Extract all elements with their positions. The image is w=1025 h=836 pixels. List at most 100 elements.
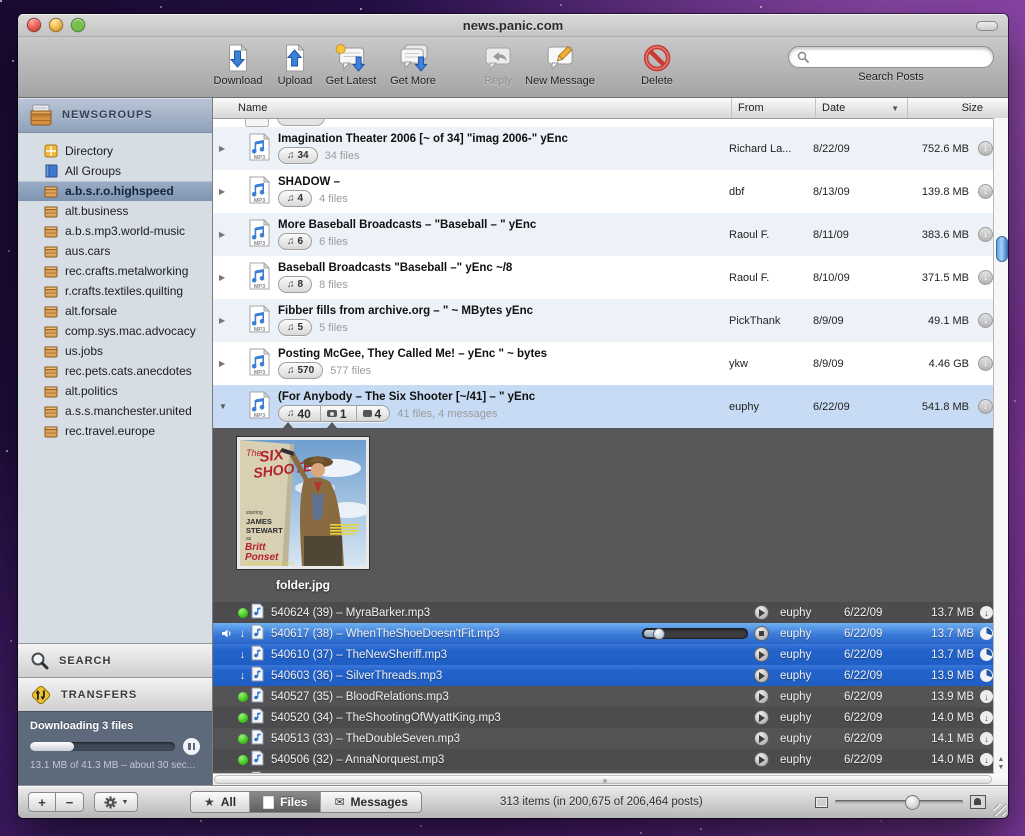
get-latest-button[interactable]: Get Latest bbox=[326, 42, 377, 87]
horizontal-scrollbar-thumb[interactable] bbox=[214, 775, 992, 784]
message-count-segment[interactable]: 4 bbox=[356, 406, 382, 421]
large-image-icon[interactable] bbox=[970, 795, 986, 809]
disclosure-triangle-icon[interactable]: ▶ bbox=[219, 144, 232, 153]
post-group-row[interactable]: ▶ MP3 Posting McGee, They Called Me! – y… bbox=[213, 342, 1008, 385]
download-circle-icon[interactable]: ↓ bbox=[978, 184, 993, 199]
download-arrow-icon[interactable]: ↓ bbox=[980, 753, 993, 766]
download-button[interactable]: Download bbox=[214, 42, 263, 87]
disclosure-triangle-icon[interactable]: ▶ bbox=[219, 359, 232, 368]
music-count-badge[interactable]: ♫570 bbox=[278, 362, 323, 379]
download-circle-icon[interactable]: ↓ bbox=[978, 141, 993, 156]
play-button[interactable] bbox=[754, 731, 769, 746]
pause-button[interactable] bbox=[183, 738, 200, 755]
window-resize-grip[interactable] bbox=[994, 804, 1006, 816]
scroll-down-arrow-icon[interactable]: ▼ bbox=[994, 764, 1008, 772]
file-row[interactable]: 540506 (32) – AnnaNorquest.mp3 euphy 6/2… bbox=[213, 749, 1008, 770]
action-gear-button[interactable]: ▼ bbox=[94, 792, 138, 812]
download-circle-icon[interactable]: ↓ bbox=[978, 313, 993, 328]
disclosure-triangle-icon[interactable]: ▼ bbox=[219, 402, 232, 411]
search-input[interactable] bbox=[809, 50, 985, 64]
music-count-badge[interactable]: ♫4 bbox=[278, 190, 312, 207]
vertical-scrollbar-thumb[interactable] bbox=[996, 236, 1008, 262]
download-circle-icon[interactable]: ↓ bbox=[978, 356, 993, 371]
download-arrow-icon[interactable]: ↓ bbox=[980, 732, 993, 745]
post-group-row[interactable]: ▶ MP3 SHADOW – ♫4 4 files dbf 8/13/09 13… bbox=[213, 170, 1008, 213]
reply-button[interactable]: Reply bbox=[482, 42, 514, 87]
file-row[interactable]: 540520 (34) – TheShootingOfWyattKing.mp3… bbox=[213, 707, 1008, 728]
get-more-button[interactable]: Get More bbox=[390, 42, 436, 87]
file-row-queued-selected[interactable]: ↓ 540610 (37) – TheNewSheriff.mp3 euphy … bbox=[213, 644, 1008, 665]
column-header-from[interactable]: From bbox=[731, 98, 815, 118]
title-bar[interactable]: news.panic.com bbox=[18, 14, 1008, 37]
sidebar-item-directory[interactable]: Directory bbox=[18, 141, 212, 161]
download-arrow-icon[interactable]: ↓ bbox=[980, 711, 993, 724]
download-arrow-icon[interactable]: ↓ bbox=[980, 606, 993, 619]
file-row[interactable]: 540513 (33) – TheDoubleSeven.mp3 euphy 6… bbox=[213, 728, 1008, 749]
play-button[interactable] bbox=[754, 689, 769, 704]
sidebar-item-quilting[interactable]: r.crafts.textiles.quilting bbox=[18, 281, 212, 301]
sidebar-item-alt-business[interactable]: alt.business bbox=[18, 201, 212, 221]
disclosure-triangle-icon[interactable]: ▶ bbox=[219, 187, 232, 196]
attachment-thumbnail[interactable]: The SIX SHOOTER starrin bbox=[237, 437, 369, 592]
filter-files-segment[interactable]: Files bbox=[249, 792, 320, 812]
download-arrow-icon[interactable]: ↓ bbox=[980, 690, 993, 703]
file-row[interactable]: 540624 (39) – MyraBarker.mp3 euphy 6/22/… bbox=[213, 602, 1008, 623]
music-count-badge[interactable]: ♫8 bbox=[278, 276, 312, 293]
post-group-row[interactable]: ▶ MP3 More Baseball Broadcasts – "Baseba… bbox=[213, 213, 1008, 256]
play-button[interactable] bbox=[754, 647, 769, 662]
horizontal-scrollbar[interactable] bbox=[213, 773, 1008, 785]
vertical-scrollbar[interactable]: ▲▼ bbox=[993, 118, 1008, 774]
stop-button[interactable] bbox=[754, 626, 769, 641]
sidebar-item-aus-cars[interactable]: aus.cars bbox=[18, 241, 212, 261]
post-group-row[interactable]: ▶ MP3 Imagination Theater 2006 [~ of 34]… bbox=[213, 127, 1008, 170]
column-header-date[interactable]: Date▼ bbox=[815, 98, 907, 118]
download-circle-icon[interactable]: ↓ bbox=[978, 227, 993, 242]
music-count-segment[interactable]: ♫40 bbox=[287, 406, 317, 421]
download-circle-icon[interactable]: ↓ bbox=[978, 270, 993, 285]
sidebar-item-manchester-united[interactable]: a.s.s.manchester.united bbox=[18, 401, 212, 421]
search-field[interactable] bbox=[788, 46, 994, 68]
media-count-badge[interactable]: ♫40 1 4 bbox=[278, 405, 390, 422]
size-slider-knob[interactable] bbox=[905, 795, 920, 810]
music-count-badge[interactable]: ♫34 bbox=[278, 147, 318, 164]
toolbar-toggle-button[interactable] bbox=[976, 21, 998, 31]
column-header-size[interactable]: Size bbox=[907, 98, 993, 118]
sidebar-item-mac-advocacy[interactable]: comp.sys.mac.advocacy bbox=[18, 321, 212, 341]
sidebar-item-alt-politics[interactable]: alt.politics bbox=[18, 381, 212, 401]
sidebar-item-us-jobs[interactable]: us.jobs bbox=[18, 341, 212, 361]
add-group-button[interactable]: + bbox=[28, 792, 56, 812]
music-count-badge[interactable]: ♫6 bbox=[278, 233, 312, 250]
search-section-header[interactable]: SEARCH bbox=[18, 643, 212, 677]
sidebar-item-cats-anecdotes[interactable]: rec.pets.cats.anecdotes bbox=[18, 361, 212, 381]
sidebar-item-absro-highspeed[interactable]: a.b.s.r.o.highspeed bbox=[18, 181, 212, 201]
post-group-row[interactable]: ▶ MP3 Baseball Broadcasts "Baseball –" y… bbox=[213, 256, 1008, 299]
delete-button[interactable]: Delete bbox=[641, 42, 673, 87]
disclosure-triangle-icon[interactable]: ▶ bbox=[219, 230, 232, 239]
post-group-row[interactable]: ▶ MP3 Fibber fills from archive.org – " … bbox=[213, 299, 1008, 342]
music-count-badge[interactable]: ♫5 bbox=[278, 319, 312, 336]
play-button[interactable] bbox=[754, 752, 769, 767]
newsgroups-header[interactable]: NEWSGROUPS bbox=[18, 98, 212, 133]
sidebar-item-alt-forsale[interactable]: alt.forsale bbox=[18, 301, 212, 321]
play-button[interactable] bbox=[754, 710, 769, 725]
file-row[interactable]: 540527 (35) – BloodRelations.mp3 euphy 6… bbox=[213, 686, 1008, 707]
scroll-up-arrow-icon[interactable]: ▲ bbox=[994, 756, 1008, 764]
playback-scrubber[interactable] bbox=[642, 628, 748, 639]
new-message-button[interactable]: New Message bbox=[525, 42, 595, 87]
photo-count-segment[interactable]: 1 bbox=[320, 406, 353, 421]
file-row-playing-selected[interactable]: ↓ 540617 (38) – WhenTheShoeDoesn'tFit.mp… bbox=[213, 623, 1008, 644]
play-button[interactable] bbox=[754, 605, 769, 620]
filter-messages-segment[interactable]: ✉Messages bbox=[320, 792, 420, 812]
sidebar-item-world-music[interactable]: a.b.s.mp3.world-music bbox=[18, 221, 212, 241]
sidebar-item-travel-europe[interactable]: rec.travel.europe bbox=[18, 421, 212, 441]
sidebar-item-all-groups[interactable]: All Groups bbox=[18, 161, 212, 181]
file-row-queued-selected[interactable]: ↓ 540603 (36) – SilverThreads.mp3 euphy … bbox=[213, 665, 1008, 686]
upload-button[interactable]: Upload bbox=[278, 42, 313, 87]
remove-group-button[interactable]: − bbox=[56, 792, 84, 812]
download-circle-icon[interactable]: ↓ bbox=[978, 399, 993, 414]
play-button[interactable] bbox=[754, 668, 769, 683]
sidebar-item-metalworking[interactable]: rec.crafts.metalworking bbox=[18, 261, 212, 281]
playback-knob[interactable] bbox=[653, 628, 665, 640]
disclosure-triangle-icon[interactable]: ▶ bbox=[219, 273, 232, 282]
column-header-name[interactable]: Name bbox=[213, 98, 731, 118]
